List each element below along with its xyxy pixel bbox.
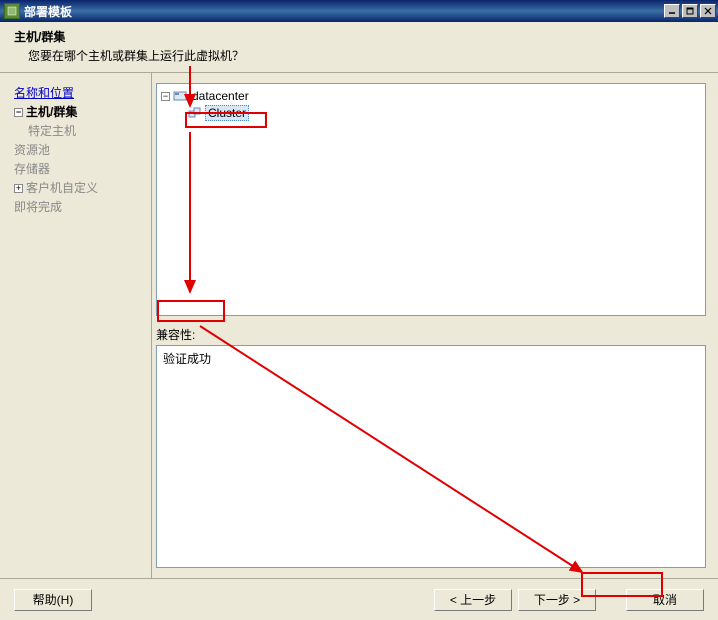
- step-host-cluster[interactable]: −主机/群集: [14, 102, 143, 121]
- titlebar: 部署模板: [0, 0, 718, 22]
- tree-node-datacenter[interactable]: − datacenter: [161, 88, 701, 104]
- step-ready-complete: 即将完成: [14, 197, 143, 216]
- cluster-icon: [187, 106, 203, 120]
- header-title: 主机/群集: [14, 28, 704, 45]
- minimize-button[interactable]: [664, 4, 680, 18]
- window-title: 部署模板: [24, 3, 664, 20]
- next-button[interactable]: 下一步 >: [518, 589, 596, 611]
- step-storage: 存储器: [14, 159, 143, 178]
- tree-node-cluster[interactable]: Cluster: [161, 104, 701, 122]
- content-area: − datacenter Cluster 兼容性: 验证成功: [152, 73, 718, 578]
- cancel-button[interactable]: 取消: [626, 589, 704, 611]
- step-name-location[interactable]: 名称和位置: [14, 83, 143, 102]
- tree-label-selected: Cluster: [205, 105, 249, 121]
- collapse-icon[interactable]: −: [161, 92, 170, 101]
- step-resource-pool: 资源池: [14, 140, 143, 159]
- step-label: 主机/群集: [26, 105, 77, 119]
- close-button[interactable]: [700, 4, 716, 18]
- tree-label: datacenter: [190, 89, 251, 103]
- help-button[interactable]: 帮助(H): [14, 589, 92, 611]
- inventory-tree-panel[interactable]: − datacenter Cluster: [156, 83, 706, 316]
- back-button[interactable]: < 上一步: [434, 589, 512, 611]
- window-controls: [664, 4, 716, 18]
- compatibility-label: 兼容性:: [156, 326, 706, 343]
- plus-icon[interactable]: +: [14, 184, 23, 193]
- wizard-header: 主机/群集 您要在哪个主机或群集上运行此虚拟机？: [0, 22, 718, 73]
- maximize-button[interactable]: [682, 4, 698, 18]
- step-specific-host[interactable]: 特定主机: [14, 121, 143, 140]
- minus-icon[interactable]: −: [14, 108, 23, 117]
- compatibility-panel: 验证成功: [156, 345, 706, 568]
- app-icon: [4, 3, 20, 19]
- step-guest-customization: +客户机自定义: [14, 178, 143, 197]
- step-label: 客户机自定义: [26, 181, 98, 195]
- datacenter-icon: [172, 89, 188, 103]
- wizard-steps-sidebar: 名称和位置 −主机/群集 特定主机 资源池 存储器 +客户机自定义 即将完成: [0, 73, 152, 578]
- header-subtitle: 您要在哪个主机或群集上运行此虚拟机？: [14, 47, 704, 64]
- compatibility-result: 验证成功: [163, 350, 699, 367]
- main-area: 名称和位置 −主机/群集 特定主机 资源池 存储器 +客户机自定义 即将完成 −…: [0, 73, 718, 578]
